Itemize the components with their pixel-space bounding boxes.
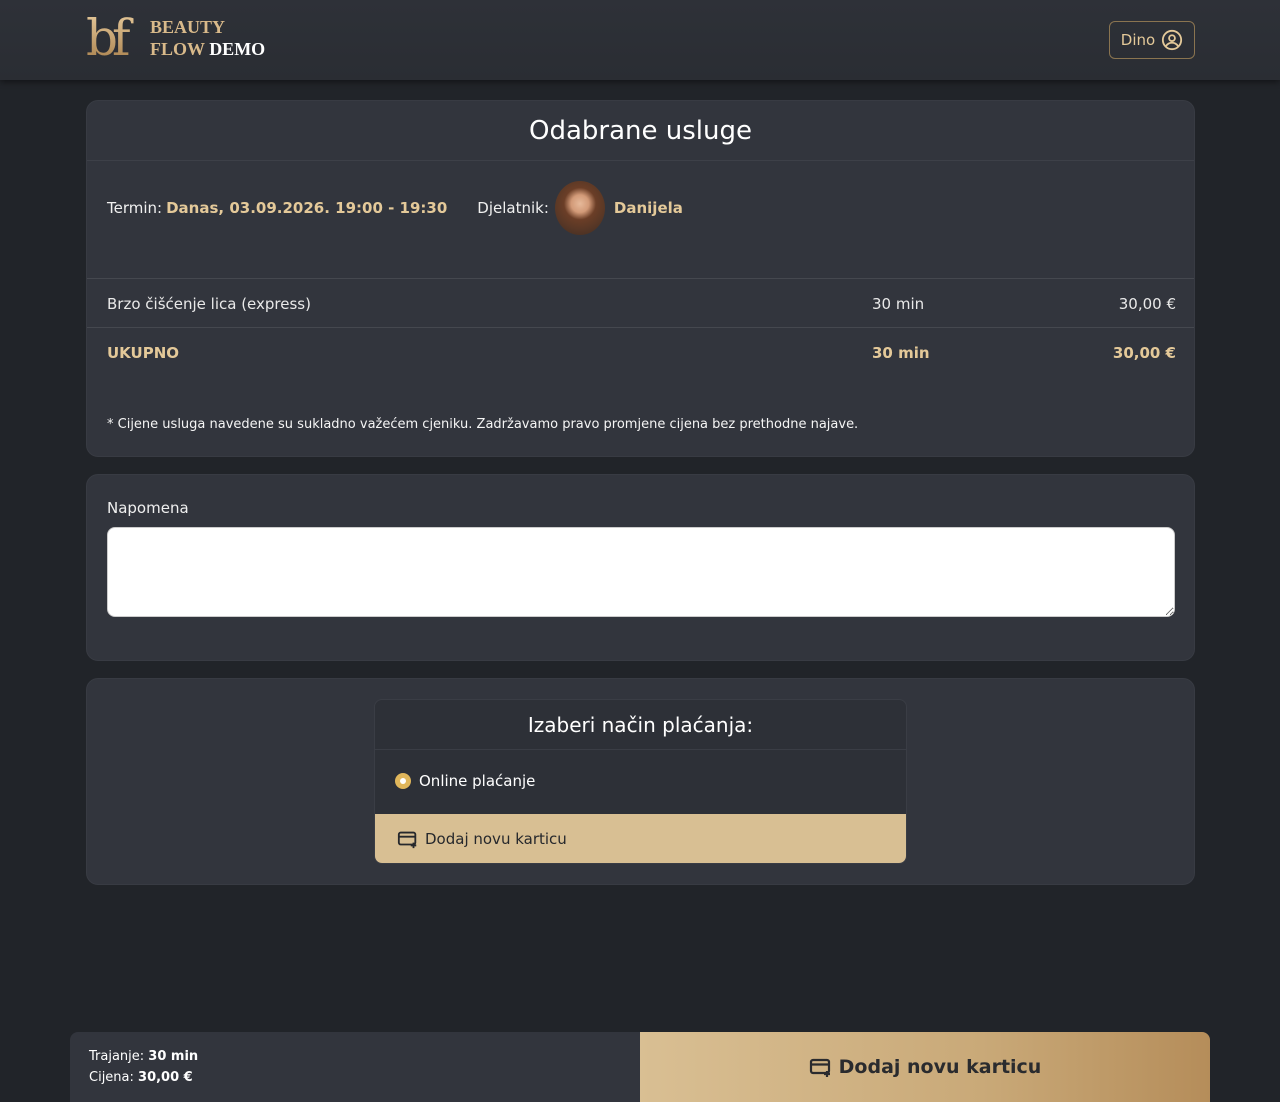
credit-card-plus-icon bbox=[397, 831, 417, 849]
payment-title: Izaberi način plaćanja: bbox=[375, 700, 906, 750]
total-row: UKUPNO 30 min 30,00 € bbox=[107, 344, 1176, 362]
worker-avatar bbox=[554, 181, 605, 235]
service-duration: 30 min bbox=[872, 295, 925, 313]
logo-line-1: BEAUTY bbox=[150, 17, 226, 37]
add-card-label: Dodaj novu karticu bbox=[425, 830, 567, 848]
radio-selected-icon[interactable] bbox=[395, 773, 411, 789]
order-summary: Trajanje: 30 min Cijena: 30,00 € bbox=[70, 1032, 640, 1102]
duration-line: Trajanje: 30 min bbox=[89, 1046, 640, 1067]
user-menu-button[interactable]: Dino bbox=[1109, 21, 1195, 59]
service-name: Brzo čišćenje lica (express) bbox=[107, 295, 311, 313]
logo-flow: FLOW bbox=[150, 39, 205, 59]
term-label: Termin: bbox=[107, 199, 163, 217]
logo-line-2: FLOW DEMO bbox=[150, 38, 265, 60]
price-label: Cijena: bbox=[89, 1070, 134, 1085]
payment-option-label: Online plaćanje bbox=[419, 772, 536, 790]
payment-option-online[interactable]: Online plaćanje bbox=[395, 772, 535, 790]
price-value: 30,00 € bbox=[138, 1070, 193, 1085]
summary-title: Odabrane usluge bbox=[87, 101, 1194, 161]
selected-services-card: Odabrane usluge Termin: Danas, 03.09.202… bbox=[86, 100, 1195, 457]
add-card-cta-button[interactable]: Dodaj novu karticu bbox=[640, 1032, 1210, 1102]
logo-demo: DEMO bbox=[209, 39, 266, 59]
worker-label: Djelatnik: bbox=[477, 199, 549, 217]
appointment-info: Termin: Danas, 03.09.2026. 19:00 - 19:30… bbox=[107, 181, 683, 235]
bottom-bar: Trajanje: 30 min Cijena: 30,00 € Dodaj n… bbox=[70, 1032, 1210, 1102]
price-line: Cijena: 30,00 € bbox=[89, 1067, 640, 1088]
note-textarea[interactable] bbox=[107, 527, 1175, 617]
divider bbox=[87, 278, 1194, 279]
duration-value: 30 min bbox=[148, 1049, 199, 1064]
total-duration: 30 min bbox=[872, 344, 930, 362]
logo-text: BEAUTY FLOW DEMO bbox=[150, 16, 265, 60]
table-row: Brzo čišćenje lica (express) 30 min 30,0… bbox=[107, 295, 1176, 313]
duration-label: Trajanje: bbox=[89, 1049, 145, 1064]
total-label: UKUPNO bbox=[107, 344, 180, 362]
add-card-button[interactable]: Dodaj novu karticu bbox=[375, 814, 906, 863]
price-disclaimer: * Cijene usluga navedene su sukladno važ… bbox=[107, 417, 859, 432]
worker-name: Danijela bbox=[613, 199, 683, 217]
top-bar: bf BEAUTY FLOW DEMO Dino bbox=[0, 0, 1280, 80]
user-name: Dino bbox=[1120, 31, 1156, 49]
logo-mark: bf bbox=[86, 12, 142, 64]
payment-method-box: Izaberi način plaćanja: Online plaćanje … bbox=[374, 699, 907, 864]
total-price: 30,00 € bbox=[1112, 344, 1176, 362]
divider bbox=[87, 327, 1194, 328]
user-circle-icon bbox=[1162, 29, 1183, 51]
service-price: 30,00 € bbox=[1118, 295, 1176, 313]
term-value: Danas, 03.09.2026. 19:00 - 19:30 bbox=[166, 199, 448, 217]
note-card: Napomena bbox=[86, 474, 1195, 661]
credit-card-plus-icon bbox=[809, 1058, 830, 1077]
logo[interactable]: bf BEAUTY FLOW DEMO bbox=[86, 12, 265, 64]
note-label: Napomena bbox=[107, 499, 189, 517]
payment-card: Izaberi način plaćanja: Online plaćanje … bbox=[86, 678, 1195, 885]
cta-label: Dodaj novu karticu bbox=[838, 1056, 1042, 1078]
